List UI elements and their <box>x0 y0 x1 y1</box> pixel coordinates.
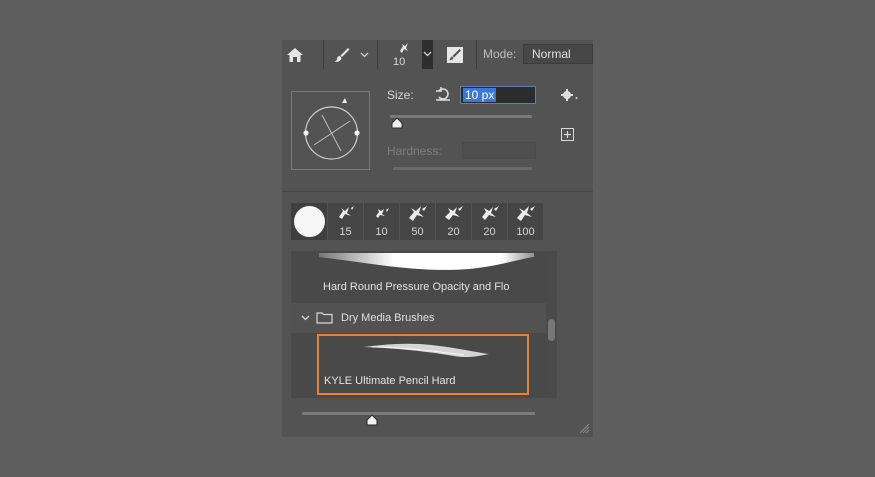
divider <box>282 191 593 192</box>
home-icon <box>286 47 303 62</box>
options-bar: 10 Mode: Normal <box>282 40 593 69</box>
brush-preset-picker[interactable]: 10 <box>386 40 422 69</box>
brush-settings-icon <box>447 46 463 63</box>
brush-tool-icon <box>334 47 350 62</box>
brush-size-readout: 10 <box>393 56 406 68</box>
brush-angle-roundness-icon <box>303 98 360 160</box>
scatter-brush-icon <box>376 208 389 218</box>
size-slider-thumb[interactable] <box>390 117 404 129</box>
preset-brush[interactable]: 10 <box>364 203 400 240</box>
round-brush-icon <box>294 206 325 237</box>
home-button[interactable] <box>282 40 307 69</box>
tool-preset-dropdown[interactable] <box>358 40 370 69</box>
preset-brush[interactable]: 20 <box>472 203 508 240</box>
size-input-value: 10 px <box>463 88 497 102</box>
brush-list-item[interactable]: Hard Round Pressure Opacity and Flo <box>291 251 546 303</box>
brush-folder-row[interactable]: Dry Media Brushes <box>291 303 546 333</box>
brush-name: Hard Round Pressure Opacity and Flo <box>323 281 510 293</box>
new-preset-icon[interactable] <box>561 128 574 141</box>
brush-list: Hard Round Pressure Opacity and Flo Dry … <box>291 251 546 398</box>
scatter-brush-icon <box>482 206 499 220</box>
gear-icon[interactable] <box>561 89 579 101</box>
preview-size-slider[interactable] <box>302 412 535 415</box>
hardness-label: Hardness: <box>387 144 442 158</box>
preset-size: 50 <box>411 226 424 238</box>
preset-brush[interactable]: 50 <box>400 203 436 240</box>
brush-list-scrollbar[interactable] <box>546 251 557 398</box>
brush-stroke-preview <box>319 253 534 270</box>
scrollbar-thumb[interactable] <box>548 319 555 341</box>
brush-preset-panel: Size: 10 px Hardness: 15 10 50 20 20 100… <box>282 69 593 437</box>
size-slider[interactable] <box>390 115 532 118</box>
preset-size: 20 <box>483 226 496 238</box>
divider <box>377 40 378 69</box>
mode-label: Mode: <box>483 47 517 61</box>
preset-size: 100 <box>516 226 535 238</box>
preset-brush[interactable]: 20 <box>436 203 472 240</box>
chevron-down-icon <box>423 51 432 57</box>
brush-name: KYLE Ultimate Pencil Hard <box>324 375 456 387</box>
reset-icon[interactable] <box>435 87 451 101</box>
preset-size: 15 <box>339 226 352 238</box>
chevron-down-icon[interactable] <box>301 315 310 321</box>
brush-tip-preview[interactable] <box>291 91 370 170</box>
preset-brush[interactable]: 100 <box>508 203 544 240</box>
brush-list-item-selected[interactable]: KYLE Ultimate Pencil Hard <box>317 334 529 395</box>
preset-round-brush[interactable] <box>291 203 328 240</box>
hardness-input[interactable] <box>462 142 536 159</box>
chevron-down-icon <box>360 52 368 57</box>
scatter-brush-icon <box>339 206 354 219</box>
preset-brush[interactable]: 15 <box>328 203 364 240</box>
size-input[interactable]: 10 px <box>460 86 536 104</box>
divider <box>323 40 324 69</box>
preset-size: 10 <box>375 226 388 238</box>
scatter-brush-icon <box>445 206 463 220</box>
scatter-brush-icon <box>409 206 427 221</box>
preview-size-slider-thumb[interactable] <box>365 414 379 426</box>
preset-size: 20 <box>447 226 460 238</box>
brush-preset-strip: 15 10 50 20 20 100 <box>291 203 544 240</box>
brush-preset-dropdown[interactable] <box>422 40 433 69</box>
brush-settings-button[interactable] <box>442 40 468 69</box>
brush-stroke-preview <box>364 343 489 358</box>
resize-grip-icon[interactable] <box>579 423 590 434</box>
hardness-slider[interactable] <box>393 167 532 170</box>
scatter-brush-icon <box>517 206 535 221</box>
size-label: Size: <box>387 88 414 102</box>
mode-select[interactable]: Normal <box>523 44 593 64</box>
brush-preset-icon <box>400 43 408 53</box>
folder-name: Dry Media Brushes <box>341 312 435 324</box>
divider <box>476 40 477 69</box>
folder-icon <box>316 312 333 324</box>
brush-tool-button[interactable] <box>330 40 354 69</box>
